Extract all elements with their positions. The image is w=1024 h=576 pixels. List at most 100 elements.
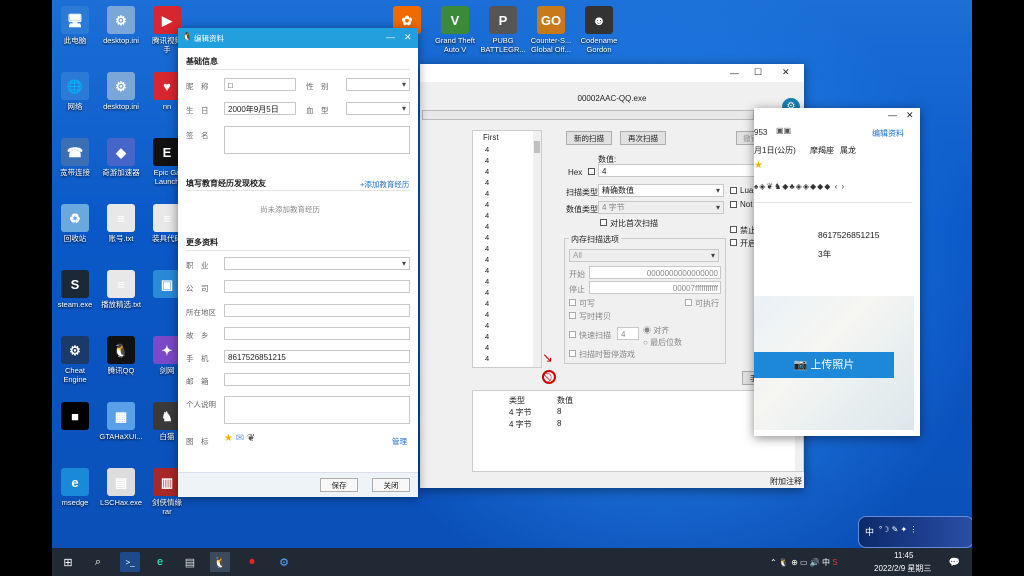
qq-icon[interactable]: 🐧 [210, 552, 230, 572]
gender-select[interactable] [346, 78, 410, 91]
upload-photo-button[interactable]: 📷 上传照片 [754, 352, 894, 378]
address-row-type[interactable]: 4 字节 [509, 419, 532, 430]
start-icon[interactable]: ⊞ [58, 552, 78, 572]
ce-list-item[interactable]: 4 [485, 266, 489, 275]
desktop-icon[interactable]: 🐧 腾讯QQ [98, 336, 144, 375]
signature-input[interactable] [224, 126, 410, 154]
speedhack-checkbox[interactable] [730, 239, 737, 246]
save-button[interactable]: 保存 [320, 478, 358, 492]
stop-icon[interactable]: ⃠ [542, 370, 556, 384]
badge-icons[interactable]: ♠◈❦♞◆♣◈◈◆◆◆ ‹ › [754, 182, 845, 191]
ce-list-item[interactable]: 4 [485, 189, 489, 198]
tray-ime[interactable]: 中 [822, 558, 830, 567]
compare-first-checkbox[interactable] [600, 219, 607, 226]
lua-formula-checkbox[interactable] [730, 187, 737, 194]
desktop-icon[interactable]: ≡ 账号.txt [98, 204, 144, 243]
powershell-icon[interactable]: >_ [120, 552, 140, 572]
value-type-select[interactable]: 4 字节 [598, 201, 724, 214]
clock-time[interactable]: 11:45 [894, 551, 913, 560]
ime-icons[interactable]: °☽ ✎ ✦ ⋮ [879, 525, 917, 534]
nickname-input[interactable]: □ [224, 78, 296, 91]
ce-list-item[interactable]: 4 [485, 244, 489, 253]
fast-scan-input[interactable]: 4 [617, 327, 639, 340]
add-comment-link[interactable]: 附加注释 [770, 476, 802, 487]
desktop-icon[interactable]: ☎ 宽带连接 [52, 138, 98, 177]
phone-input[interactable]: 8617526851215 [224, 350, 410, 363]
not-checkbox[interactable] [730, 201, 737, 208]
ce-list-item[interactable]: 4 [485, 354, 489, 363]
desktop-icon[interactable]: V Grand Theft Auto V [430, 6, 480, 54]
ce-list-item[interactable]: 4 [485, 343, 489, 352]
ce-maximize-button[interactable]: ☐ [754, 67, 762, 78]
scan-type-select[interactable]: 精确数值 [598, 184, 724, 197]
dialog-close-button[interactable]: ✕ [404, 32, 412, 43]
desktop-icon[interactable]: ▤ LSCHax.exe [98, 468, 144, 507]
desktop-icon[interactable]: ♻ 回收站 [52, 204, 98, 243]
add-education-link[interactable]: +添加教育经历 [360, 179, 409, 190]
cheat-engine-icon[interactable]: ⚙ [274, 552, 294, 572]
ce-list-item[interactable]: 4 [485, 145, 489, 154]
ce-list-item[interactable]: 4 [485, 200, 489, 209]
edit-profile-link[interactable]: 编辑资料 [872, 128, 904, 139]
ce-list-item[interactable]: 4 [485, 233, 489, 242]
new-scan-button[interactable]: 新的扫描 [566, 131, 612, 145]
stop-address-input[interactable]: 00007fffffffffff [589, 281, 721, 294]
ce-list-item[interactable]: 4 [485, 255, 489, 264]
desktop-icon[interactable]: ⚙ desktop.ini [98, 6, 144, 45]
start-address-input[interactable]: 0000000000000000 [589, 266, 721, 279]
edge-icon[interactable]: e [150, 552, 170, 572]
desktop-icon[interactable]: ☻ Codename Gordon [574, 6, 624, 54]
qq-minimize-button[interactable]: — [888, 110, 897, 120]
desktop-icon[interactable]: GO Counter-S... Global Off... [526, 6, 576, 54]
ce-list-item[interactable]: 4 [485, 332, 489, 341]
qq-close-button[interactable]: ✕ [906, 110, 914, 121]
ce-list-item[interactable]: 4 [485, 167, 489, 176]
desktop-icon[interactable]: ■ [52, 402, 98, 432]
last-digit-radio[interactable]: ○ 最后位数 [643, 337, 682, 348]
address-row-type[interactable]: 4 字节 [509, 407, 532, 418]
explorer-icon[interactable]: ▤ [180, 552, 200, 572]
ce-list-scrollbar[interactable] [533, 131, 541, 367]
ce-list-item[interactable]: 4 [485, 211, 489, 220]
ce-list-item[interactable]: 4 [485, 321, 489, 330]
ime-mode[interactable]: 中 [865, 525, 874, 538]
ce-list-item[interactable]: 4 [485, 299, 489, 308]
desktop-icon[interactable]: Ssteam.exe [52, 270, 98, 309]
clock-date[interactable]: 2022/2/9 星期三 [874, 563, 931, 574]
copy-on-write-checkbox[interactable] [569, 312, 576, 319]
desktop-icon[interactable]: 🖥 此电脑 [52, 6, 98, 45]
ce-close-button[interactable]: ✕ [782, 67, 790, 78]
ce-results-list[interactable]: First 4 4 4 4 4 4 4 4 4 4 4 4 4 4 4 4 4 4 4 4 4 [472, 130, 542, 368]
next-scan-button[interactable]: 再次扫描 [620, 131, 666, 145]
memory-region-select[interactable]: All [569, 249, 719, 262]
desktop-icon[interactable]: ◆ 奇游加速器 [98, 138, 144, 177]
desktop-icon[interactable]: ⚙ Cheat Engine [52, 336, 98, 384]
desktop-icon[interactable]: 🌐 网络 [52, 72, 98, 111]
notification-icon[interactable]: 💬 6 [944, 552, 964, 572]
ce-list-item[interactable]: 4 [485, 365, 489, 367]
job-select[interactable] [224, 257, 410, 270]
align-radio[interactable]: ◉ 对齐 [643, 325, 669, 336]
address-row-value[interactable]: 8 [557, 419, 561, 428]
tray-icons[interactable]: ⌃ 🐧 ⊕ ▭ 🔊 中 S [770, 557, 838, 568]
manage-icons-link[interactable]: 管理 [392, 436, 407, 447]
hex-checkbox[interactable] [588, 168, 595, 175]
ce-list-item[interactable]: 4 [485, 288, 489, 297]
ce-list-item[interactable]: 4 [485, 156, 489, 165]
ce-list-item[interactable]: 4 [485, 222, 489, 231]
location-input[interactable] [224, 304, 410, 317]
address-row-value[interactable]: 8 [557, 407, 561, 416]
pointer-arrow-icon[interactable]: ↘ [542, 350, 558, 366]
blood-select[interactable] [346, 102, 410, 115]
hometown-input[interactable] [224, 327, 410, 340]
search-icon[interactable]: ⌕ [88, 552, 108, 572]
company-input[interactable] [224, 280, 410, 293]
bio-input[interactable] [224, 396, 410, 424]
record-icon[interactable]: ⏺ [242, 552, 262, 572]
desktop-icon[interactable]: e msedge [52, 468, 98, 507]
disable-random-checkbox[interactable] [730, 226, 737, 233]
desktop-icon[interactable]: ≡ 播放精选.txt [98, 270, 144, 309]
ce-list-item[interactable]: 4 [485, 310, 489, 319]
close-button[interactable]: 关闭 [372, 478, 410, 492]
birthday-input[interactable]: 2000年9月5日 [224, 102, 296, 115]
